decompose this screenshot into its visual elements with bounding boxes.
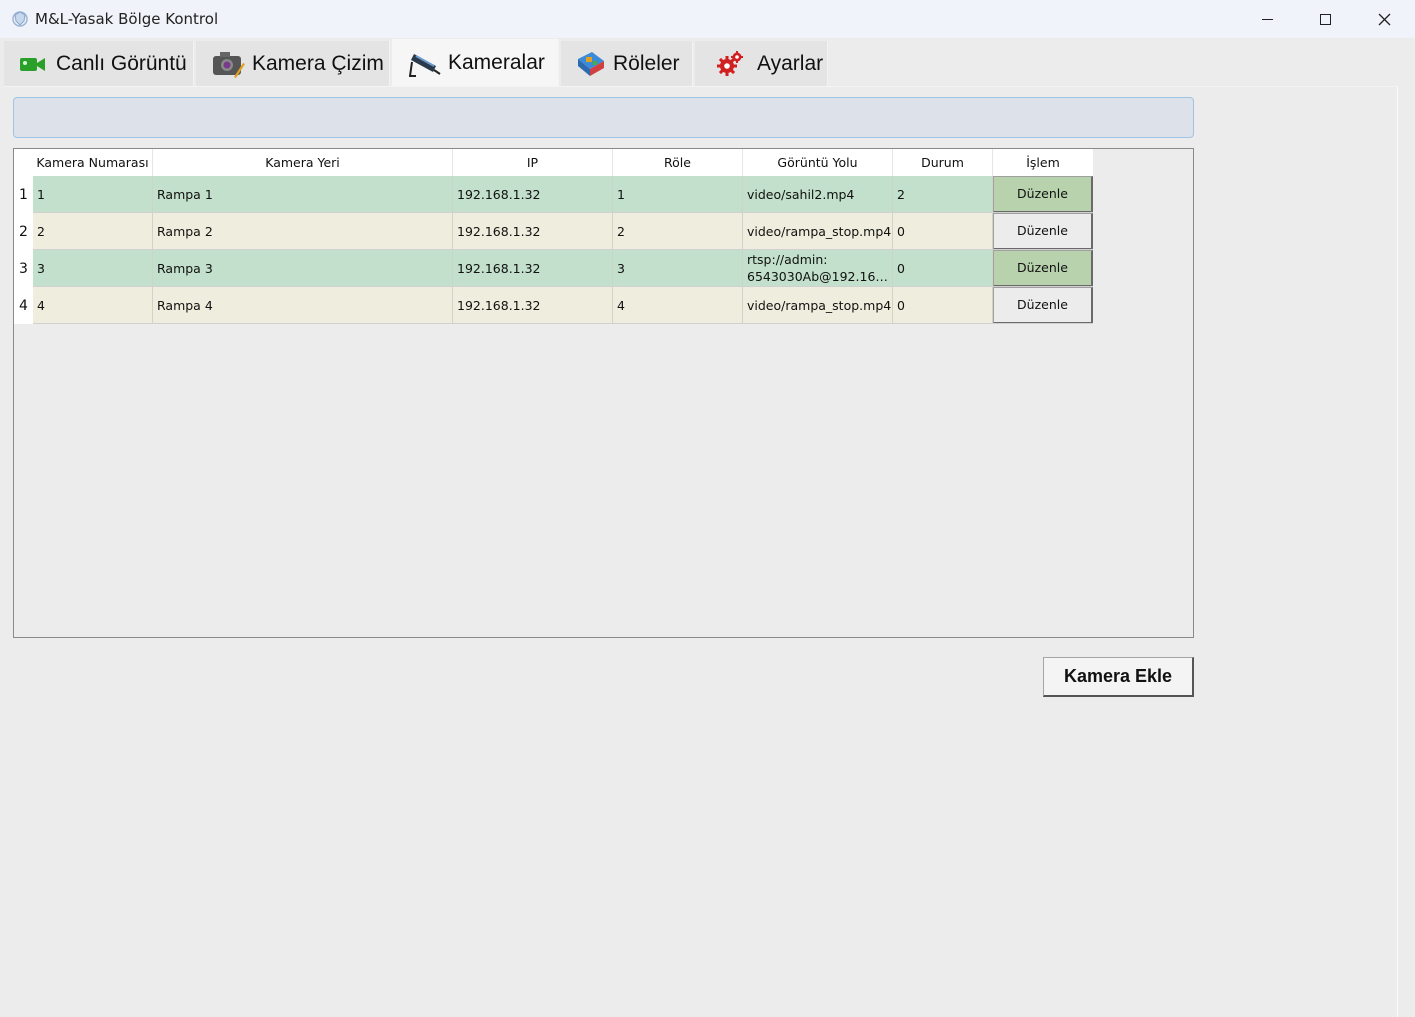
- table-body: 1 1 Rampa 1 192.168.1.32 1 video/sahil2.…: [14, 176, 1093, 324]
- tab-kameralar[interactable]: Kameralar: [392, 39, 559, 86]
- path-line-2: 6543030Ab@192.168.1...: [747, 269, 892, 284]
- edit-button[interactable]: Düzenle: [993, 287, 1093, 323]
- maximize-button[interactable]: [1296, 0, 1354, 38]
- cell-kamera-numarasi[interactable]: 3: [33, 250, 153, 287]
- cell-role[interactable]: 3: [613, 250, 743, 287]
- camera-draw-icon: [212, 47, 246, 81]
- cell-durum[interactable]: 0: [893, 287, 993, 324]
- edit-button[interactable]: Düzenle: [993, 250, 1093, 286]
- cell-kamera-yeri[interactable]: Rampa 3: [153, 250, 453, 287]
- minimize-button[interactable]: [1238, 0, 1296, 38]
- header-role[interactable]: Röle: [613, 149, 743, 176]
- cell-goruntu-yolu[interactable]: video/rampa_stop.mp4: [743, 287, 893, 324]
- search-input[interactable]: [13, 97, 1194, 138]
- title-bar: M&L-Yasak Bölge Kontrol: [0, 0, 1415, 38]
- table-header: Kamera Numarası Kamera Yeri IP Röle Görü…: [14, 149, 1093, 176]
- cell-kamera-numarasi[interactable]: 4: [33, 287, 153, 324]
- relay-board-icon: [573, 47, 607, 81]
- app-logo-icon: [12, 11, 28, 27]
- cell-kamera-numarasi[interactable]: 2: [33, 213, 153, 250]
- cell-role[interactable]: 1: [613, 176, 743, 213]
- cctv-camera-icon: [408, 46, 442, 80]
- table-row[interactable]: 1 1 Rampa 1 192.168.1.32 1 video/sahil2.…: [14, 176, 1093, 213]
- tab-bar: Canlı Görüntü Kamera Çizim Kameralar Röl…: [0, 38, 1415, 86]
- close-button[interactable]: [1355, 0, 1413, 38]
- cell-islem: Düzenle: [993, 176, 1093, 213]
- cell-goruntu-yolu[interactable]: rtsp://admin: 6543030Ab@192.168.1...: [743, 250, 893, 287]
- tab-label: Ayarlar: [757, 51, 824, 75]
- gear-icon: [713, 47, 747, 81]
- cell-role[interactable]: 4: [613, 287, 743, 324]
- cell-durum[interactable]: 2: [893, 176, 993, 213]
- table-row[interactable]: 2 2 Rampa 2 192.168.1.32 2 video/rampa_s…: [14, 213, 1093, 250]
- cell-ip[interactable]: 192.168.1.32: [453, 176, 613, 213]
- close-icon: [1378, 13, 1390, 25]
- cell-ip[interactable]: 192.168.1.32: [453, 287, 613, 324]
- cell-islem: Düzenle: [993, 287, 1093, 324]
- header-islem[interactable]: İşlem: [993, 149, 1093, 176]
- cell-kamera-yeri[interactable]: Rampa 2: [153, 213, 453, 250]
- cell-ip[interactable]: 192.168.1.32: [453, 213, 613, 250]
- minimize-icon: [1261, 18, 1273, 20]
- cell-kamera-yeri[interactable]: Rampa 4: [153, 287, 453, 324]
- tab-label: Kamera Çizim: [252, 51, 384, 75]
- video-camera-icon: [16, 47, 50, 81]
- cell-kamera-numarasi[interactable]: 1: [33, 176, 153, 213]
- tab-ayarlar[interactable]: Ayarlar: [695, 41, 828, 86]
- cell-goruntu-yolu[interactable]: video/rampa_stop.mp4: [743, 213, 893, 250]
- cell-ip[interactable]: 192.168.1.32: [453, 250, 613, 287]
- tab-label: Röleler: [613, 51, 680, 75]
- tab-label: Canlı Görüntü: [56, 51, 187, 75]
- cell-islem: Düzenle: [993, 213, 1093, 250]
- header-kamera-numarasi[interactable]: Kamera Numarası: [33, 149, 153, 176]
- cell-goruntu-yolu[interactable]: video/sahil2.mp4: [743, 176, 893, 213]
- row-number: 3: [14, 250, 33, 287]
- row-number: 1: [14, 176, 33, 213]
- camera-table: Kamera Numarası Kamera Yeri IP Röle Görü…: [13, 148, 1194, 638]
- cell-islem: Düzenle: [993, 250, 1093, 287]
- cell-durum[interactable]: 0: [893, 250, 993, 287]
- tab-kamera-cizim[interactable]: Kamera Çizim: [196, 41, 390, 86]
- header-ip[interactable]: IP: [453, 149, 613, 176]
- tab-roleler[interactable]: Röleler: [561, 41, 693, 86]
- edit-button[interactable]: Düzenle: [993, 176, 1093, 212]
- maximize-icon: [1319, 13, 1331, 25]
- header-durum[interactable]: Durum: [893, 149, 993, 176]
- row-number: 2: [14, 213, 33, 250]
- row-number: 4: [14, 287, 33, 324]
- tab-canli-goruntu[interactable]: Canlı Görüntü: [4, 41, 194, 86]
- cell-kamera-yeri[interactable]: Rampa 1: [153, 176, 453, 213]
- cell-durum[interactable]: 0: [893, 213, 993, 250]
- path-line-1: rtsp://admin:: [747, 252, 828, 267]
- edit-button[interactable]: Düzenle: [993, 213, 1093, 249]
- table-row[interactable]: 3 3 Rampa 3 192.168.1.32 3 rtsp://admin:…: [14, 250, 1093, 287]
- right-strip: [1398, 86, 1415, 1017]
- tab-label: Kameralar: [448, 50, 545, 74]
- cell-role[interactable]: 2: [613, 213, 743, 250]
- add-camera-button[interactable]: Kamera Ekle: [1043, 657, 1194, 697]
- window-title: M&L-Yasak Bölge Kontrol: [35, 10, 219, 28]
- header-kamera-yeri[interactable]: Kamera Yeri: [153, 149, 453, 176]
- header-goruntu-yolu[interactable]: Görüntü Yolu: [743, 149, 893, 176]
- table-row[interactable]: 4 4 Rampa 4 192.168.1.32 4 video/rampa_s…: [14, 287, 1093, 324]
